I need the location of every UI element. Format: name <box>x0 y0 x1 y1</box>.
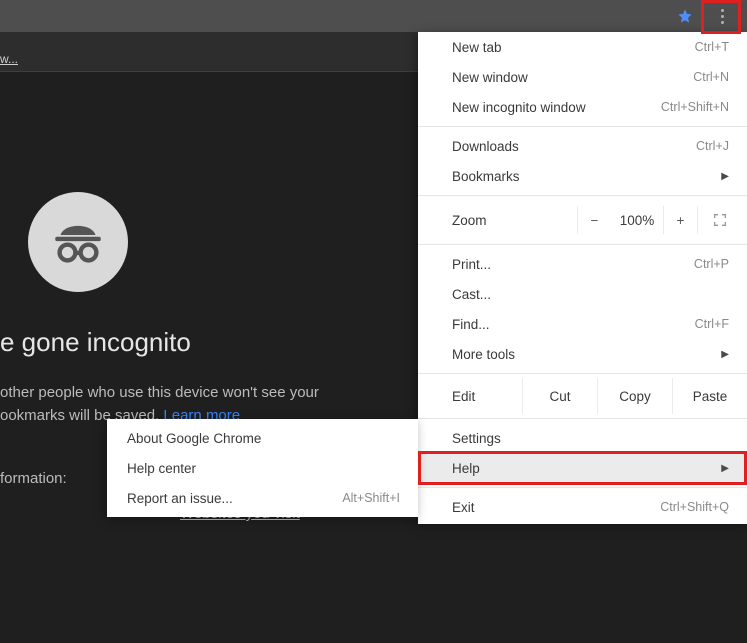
zoom-out-button[interactable]: − <box>577 206 611 234</box>
submenu-about-chrome[interactable]: About Google Chrome <box>107 423 418 453</box>
menu-separator <box>418 418 747 419</box>
edit-paste-button[interactable]: Paste <box>672 378 747 414</box>
menu-shortcut: Ctrl+T <box>695 40 729 54</box>
menu-exit[interactable]: Exit Ctrl+Shift+Q <box>418 492 747 522</box>
edit-copy-button[interactable]: Copy <box>597 378 672 414</box>
menu-separator <box>418 244 747 245</box>
chrome-menu-button[interactable] <box>705 0 739 32</box>
fullscreen-button[interactable] <box>697 206 741 234</box>
menu-item-label: Report an issue... <box>127 491 342 506</box>
menu-find[interactable]: Find... Ctrl+F <box>418 309 747 339</box>
menu-shortcut: Ctrl+N <box>693 70 729 84</box>
menu-new-tab[interactable]: New tab Ctrl+T <box>418 32 747 62</box>
submenu-help-center[interactable]: Help center <box>107 453 418 483</box>
menu-cast[interactable]: Cast... <box>418 279 747 309</box>
incognito-icon <box>28 192 128 292</box>
menu-item-label: Help <box>452 461 721 476</box>
submenu-arrow-icon: ▶ <box>721 349 729 360</box>
edit-cut-button[interactable]: Cut <box>522 378 597 414</box>
submenu-arrow-icon: ▶ <box>721 463 729 474</box>
menu-shortcut: Alt+Shift+I <box>342 491 400 505</box>
menu-zoom-row: Zoom − 100% + <box>418 200 747 240</box>
menu-separator <box>418 126 747 127</box>
menu-item-label: Downloads <box>452 139 696 154</box>
menu-bookmarks[interactable]: Bookmarks ▶ <box>418 161 747 191</box>
menu-item-label: More tools <box>452 347 721 362</box>
menu-separator <box>418 195 747 196</box>
zoom-in-button[interactable]: + <box>663 206 697 234</box>
menu-shortcut: Ctrl+J <box>696 139 729 153</box>
menu-item-label: New tab <box>452 40 695 55</box>
menu-item-label: Find... <box>452 317 695 332</box>
help-submenu: About Google Chrome Help center Report a… <box>107 419 418 517</box>
menu-item-label: New incognito window <box>452 100 661 115</box>
menu-more-tools[interactable]: More tools ▶ <box>418 339 747 369</box>
chrome-main-menu: New tab Ctrl+T New window Ctrl+N New inc… <box>418 32 747 524</box>
menu-shortcut: Ctrl+F <box>695 317 729 331</box>
menu-item-label: New window <box>452 70 693 85</box>
menu-new-incognito[interactable]: New incognito window Ctrl+Shift+N <box>418 92 747 122</box>
submenu-arrow-icon: ▶ <box>721 171 729 182</box>
incognito-desc-line1: other people who use this device won't s… <box>0 384 319 401</box>
bookmark-crumb[interactable]: w... <box>0 52 18 66</box>
menu-item-label: About Google Chrome <box>127 431 400 446</box>
menu-separator <box>418 373 747 374</box>
menu-print[interactable]: Print... Ctrl+P <box>418 249 747 279</box>
incognito-heading: e gone incognito <box>0 327 191 358</box>
edit-label: Edit <box>452 389 522 404</box>
menu-item-label: Print... <box>452 257 694 272</box>
menu-shortcut: Ctrl+Shift+N <box>661 100 729 114</box>
menu-item-label: Help center <box>127 461 400 476</box>
menu-item-label: Exit <box>452 500 660 515</box>
menu-shortcut: Ctrl+Shift+Q <box>660 500 729 514</box>
menu-separator <box>418 487 747 488</box>
menu-item-label: Cast... <box>452 287 729 302</box>
zoom-label: Zoom <box>452 213 577 228</box>
info-label: formation: <box>0 470 67 487</box>
zoom-value: 100% <box>611 213 663 228</box>
menu-settings[interactable]: Settings <box>418 423 747 453</box>
bookmark-star-icon[interactable] <box>677 8 693 24</box>
menu-help[interactable]: Help ▶ <box>418 453 747 483</box>
menu-shortcut: Ctrl+P <box>694 257 729 271</box>
submenu-report-issue[interactable]: Report an issue... Alt+Shift+I <box>107 483 418 513</box>
browser-top-bar <box>0 0 747 32</box>
menu-item-label: Bookmarks <box>452 169 721 184</box>
menu-edit-row: Edit Cut Copy Paste <box>418 378 747 414</box>
menu-downloads[interactable]: Downloads Ctrl+J <box>418 131 747 161</box>
menu-new-window[interactable]: New window Ctrl+N <box>418 62 747 92</box>
menu-item-label: Settings <box>452 431 729 446</box>
